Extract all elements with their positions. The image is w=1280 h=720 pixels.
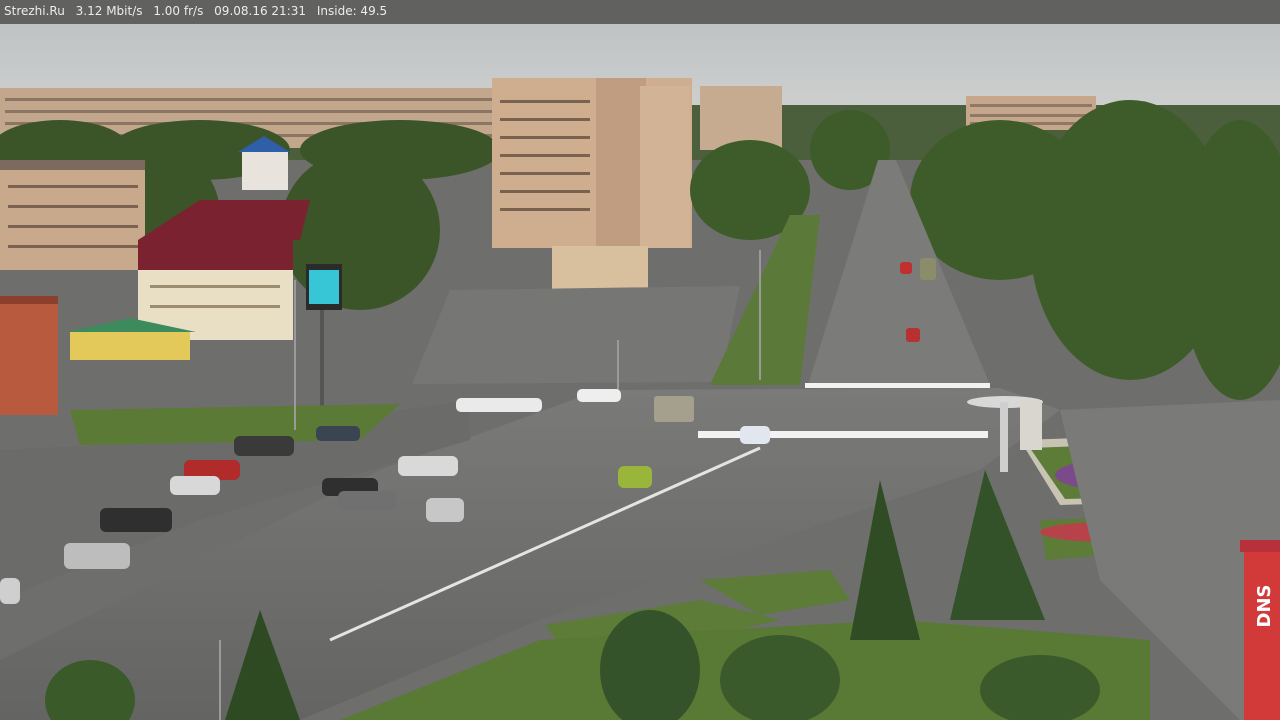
car (170, 476, 220, 495)
car (740, 426, 770, 444)
camera-info-overlay: Strezhi.Ru 3.12 Mbit/s 1.00 fr/s 09.08.1… (0, 0, 1280, 24)
car (900, 262, 912, 274)
car (64, 543, 130, 569)
car (316, 426, 360, 441)
site-name: Strezhi.Ru (4, 4, 65, 18)
car (577, 389, 621, 402)
car (338, 491, 396, 510)
car (0, 578, 20, 604)
low-beige-building (552, 246, 648, 290)
inside-temperature: Inside: 49.5 (316, 4, 388, 18)
car (920, 258, 936, 280)
bitrate-readout: 3.12 Mbit/s (75, 4, 143, 18)
street-camera-scene: DNS (0, 24, 1280, 720)
dns-sign-text: DNS (1254, 585, 1275, 628)
car (398, 456, 458, 476)
red-brick-building (0, 296, 58, 415)
car (618, 466, 652, 488)
car (654, 396, 694, 422)
car (426, 498, 464, 522)
central-square (412, 286, 740, 384)
timestamp: 09.08.16 21:31 (214, 4, 307, 18)
car (100, 508, 172, 532)
crosswalk-upper (805, 383, 990, 388)
dns-store-sign: DNS (1240, 540, 1280, 720)
car (456, 398, 542, 412)
framerate-readout: 1.00 fr/s (153, 4, 204, 18)
left-apartment-building (0, 160, 145, 270)
car (234, 436, 294, 456)
tall-building (492, 78, 692, 248)
car (906, 328, 920, 342)
